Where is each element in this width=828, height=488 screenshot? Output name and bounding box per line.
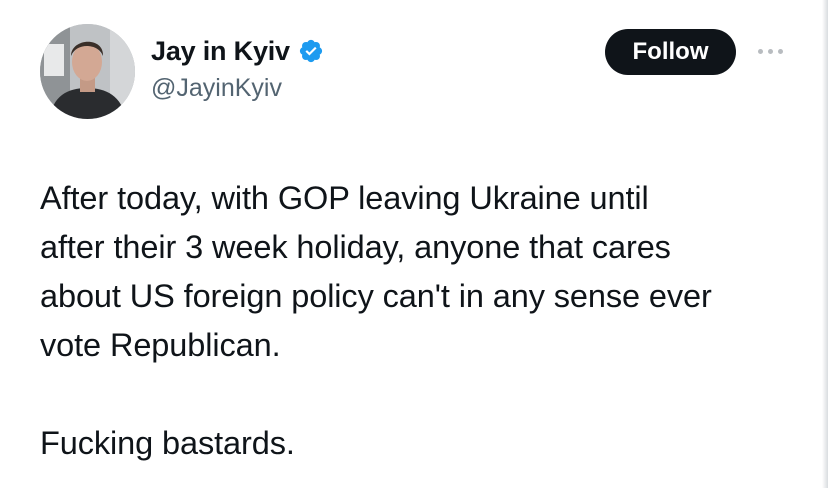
name-row: Jay in Kyiv [151,34,324,68]
dot [757,48,763,54]
card-edge [822,0,828,488]
tweet-text: After today, with GOP leaving Ukraine un… [40,180,712,461]
user-handle[interactable]: @JayinKyiv [151,74,324,103]
author-identity: Jay in Kyiv @JayinKyiv [151,34,324,103]
dot [777,48,783,54]
more-options-icon[interactable] [752,40,788,62]
profile-photo-icon [40,24,135,119]
tweet-card: Jay in Kyiv @JayinKyiv Follow After toda… [0,0,828,488]
display-name[interactable]: Jay in Kyiv [151,36,290,67]
dot [767,48,773,54]
verified-badge-icon [298,38,324,64]
avatar[interactable] [40,24,135,119]
follow-button[interactable]: Follow [605,29,736,75]
